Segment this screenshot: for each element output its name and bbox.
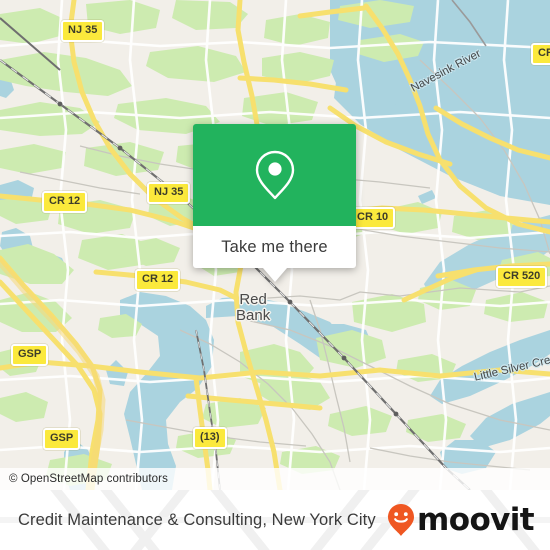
road-shield-gsp-north[interactable]: GSP xyxy=(11,344,49,366)
road-shield-cr-12-west[interactable]: CR 12 xyxy=(42,191,88,213)
moovit-pin-icon xyxy=(388,504,415,536)
popup-pointer xyxy=(262,268,287,282)
road-shield-nj-35-mid[interactable]: NJ 35 xyxy=(147,182,191,204)
map-page: NJ 35 CR 12 NJ 35 CR 12 GSP GSP (13) CR … xyxy=(0,0,550,550)
map-pin-icon xyxy=(255,150,294,200)
popup-header xyxy=(193,124,356,226)
footer-bar: Credit Maintenance & Consulting, New Yor… xyxy=(0,490,550,550)
take-me-there-button[interactable]: Take me there xyxy=(193,226,356,268)
take-me-there-label: Take me there xyxy=(221,237,328,256)
road-shield-nj-35-north[interactable]: NJ 35 xyxy=(61,20,105,42)
footer-place-title: Credit Maintenance & Consulting, New Yor… xyxy=(18,510,376,529)
moovit-logo[interactable]: moovit xyxy=(386,501,535,538)
moovit-wordmark: moovit xyxy=(417,501,535,538)
road-shield-cr-top-right[interactable]: CR xyxy=(531,43,550,65)
map-attribution-bar: © OpenStreetMap contributors xyxy=(0,468,550,490)
road-shield-cr-520[interactable]: CR 520 xyxy=(496,266,548,288)
place-label-red-bank: Red Bank xyxy=(236,291,271,324)
osm-attribution-text[interactable]: © OpenStreetMap contributors xyxy=(0,473,168,485)
road-shield-gsp-south[interactable]: GSP xyxy=(43,428,81,450)
road-shield-route-13[interactable]: (13) xyxy=(193,427,227,449)
road-shield-cr-10[interactable]: CR 10 xyxy=(350,207,396,229)
map-canvas[interactable]: NJ 35 CR 12 NJ 35 CR 12 GSP GSP (13) CR … xyxy=(0,0,550,490)
location-popup-card[interactable]: Take me there xyxy=(193,124,356,282)
road-shield-cr-12-south[interactable]: CR 12 xyxy=(135,269,181,291)
